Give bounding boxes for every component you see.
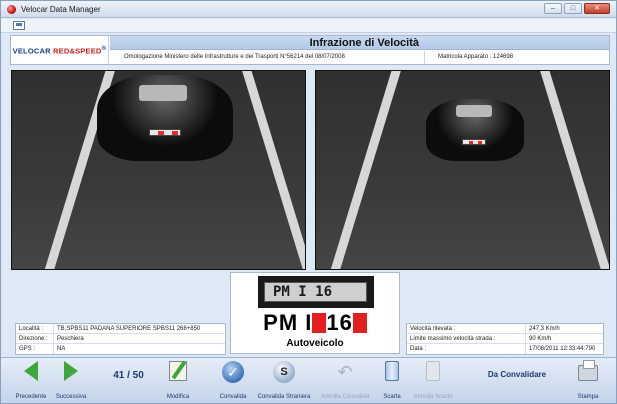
camera-photo-2[interactable] <box>315 70 610 270</box>
info-row: GPS : NA <box>16 344 225 354</box>
window-title: Velocar Data Manager <box>21 5 101 14</box>
data-value: 17/08/2011 12:33:44:790 <box>525 344 595 354</box>
plate-mask <box>352 313 367 333</box>
brand-accent: RED&SPEED <box>53 46 102 56</box>
location-info-panel: Località : TB;SPBS11 PADANA SUPERIORE SP… <box>15 323 226 355</box>
validate-button[interactable]: ✓ Convalida <box>215 360 251 400</box>
vehicle-image <box>426 99 524 161</box>
arrow-right-icon <box>64 361 78 381</box>
window-controls: – □ ✕ <box>544 3 610 14</box>
gps-value: NA <box>53 344 65 354</box>
plate-part-2: 16 <box>326 310 353 335</box>
vehicle-type: Autoveicolo <box>286 338 344 349</box>
limite-label: Limite massimo velocità strada : <box>410 336 496 342</box>
data-label: Data : <box>410 346 427 352</box>
status-badge: Da Convalidare <box>487 370 547 379</box>
info-row: Località : TB;SPBS11 PADANA SUPERIORE SP… <box>16 324 225 334</box>
speed-info-panel: Velocità rilevata : 247,3 Km/h Limite ma… <box>406 323 604 355</box>
vehicle-image <box>97 75 233 161</box>
plate-number: PM I 16 <box>231 311 399 335</box>
page-title: Infrazione di Velocità <box>110 36 609 50</box>
trash-restore-icon <box>426 361 440 381</box>
check-icon: ✓ <box>222 361 244 383</box>
undo-icon: ↶ <box>337 362 353 382</box>
minimize-button[interactable]: – <box>544 3 562 14</box>
info-row: Direzione : Peschiera <box>16 334 225 344</box>
velocita-value: 247,3 Km/h <box>525 324 560 334</box>
app-logo-icon <box>7 5 16 14</box>
record-counter: 41 / 50 <box>113 370 144 381</box>
plate-part-1: PM I <box>263 310 313 335</box>
validate-foreign-button[interactable]: S Convalida Straniera <box>253 360 315 400</box>
title-bar: Velocar Data Manager – □ ✕ <box>1 1 616 18</box>
toolbar <box>1 19 616 33</box>
plate-crop-text: PM I 16 <box>273 284 333 300</box>
previous-button[interactable]: Precedente <box>11 360 51 400</box>
cancel-discard-button[interactable]: Annulla Scarto <box>409 360 457 400</box>
cancel-validate-button[interactable]: ↶ Annulla Convalida <box>317 360 373 400</box>
action-bar: Precedente Successiva 41 / 50 Modifica ✓… <box>1 357 616 403</box>
foreign-s-icon: S <box>273 361 295 383</box>
arrow-left-icon <box>24 361 38 381</box>
brand-name: VELOCAR <box>12 46 51 56</box>
plate-panel: PM I 16 PM I 16 Autoveicolo <box>230 272 400 354</box>
app-window: Velocar Data Manager – □ ✕ VELOCAR RED&S… <box>0 0 617 404</box>
edit-button[interactable]: Modifica <box>161 360 195 400</box>
violation-header: VELOCAR RED&SPEED® Infrazione di Velocit… <box>10 35 610 65</box>
velocita-label: Velocità rilevata : <box>410 326 456 332</box>
info-row: Limite massimo velocità strada : 90 Km/h <box>407 334 603 344</box>
info-row: Data : 17/08/2011 12:33:44:790 <box>407 344 603 354</box>
matricola-text: Matricola Apparato : 124698 <box>438 54 514 60</box>
maximize-button[interactable]: □ <box>564 3 582 14</box>
close-button[interactable]: ✕ <box>584 3 610 14</box>
brand-logo: VELOCAR RED&SPEED® <box>11 36 109 64</box>
camera-photo-1[interactable] <box>11 70 306 270</box>
plate-mask <box>312 313 327 333</box>
discard-button[interactable]: Scarta <box>377 360 407 400</box>
info-row: Velocità rilevata : 247,3 Km/h <box>407 324 603 334</box>
gps-label: GPS : <box>19 346 36 352</box>
limite-value: 90 Km/h <box>525 334 551 344</box>
print-button[interactable]: Stampa <box>571 360 605 400</box>
localita-label: Località : <box>19 326 44 332</box>
window-icon[interactable] <box>13 21 25 30</box>
brand-registered: ® <box>101 44 107 52</box>
next-button[interactable]: Successiva <box>51 360 91 400</box>
edit-icon <box>169 361 187 381</box>
printer-icon <box>578 360 598 381</box>
trash-icon <box>385 361 399 381</box>
omologazione-text: Omologazione Ministero delle Infrastrutt… <box>110 51 425 64</box>
plate-crop-image: PM I 16 <box>258 276 374 308</box>
direzione-value: Peschiera <box>53 334 84 344</box>
localita-value: TB;SPBS11 PADANA SUPERIORE SPBS11 268+85… <box>53 324 200 334</box>
direzione-label: Direzione : <box>19 336 48 342</box>
